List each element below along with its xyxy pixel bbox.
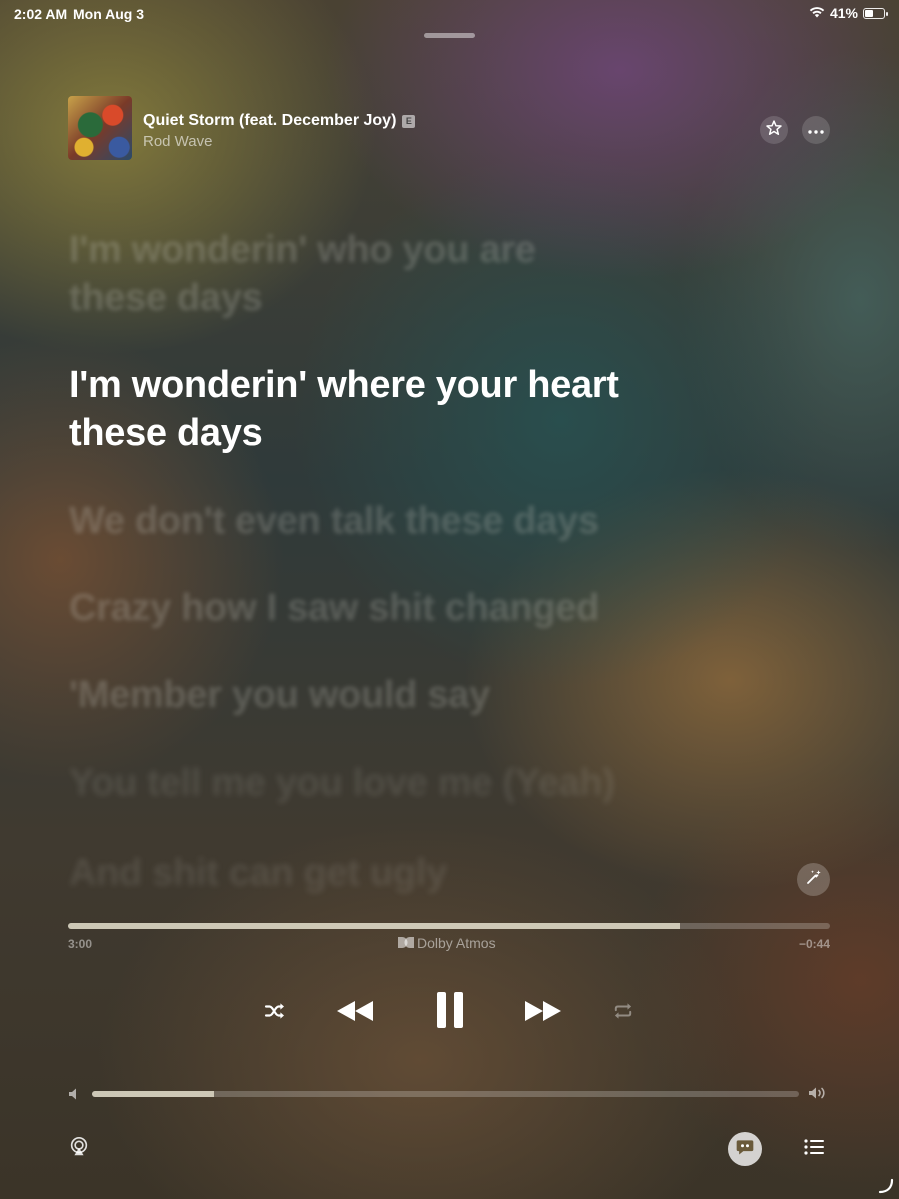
lyric-line[interactable]: Crazy how I saw shit changed (69, 584, 599, 632)
queue-button[interactable] (801, 1136, 827, 1162)
lyric-line[interactable]: You tell me you love me (Yeah) (69, 759, 615, 807)
lyrics-toggle-button[interactable] (728, 1132, 762, 1166)
audio-format-label: Dolby Atmos (417, 935, 496, 951)
rewind-icon (336, 1000, 374, 1027)
battery-icon (863, 7, 888, 19)
battery-level (865, 9, 874, 17)
dolby-icon (398, 935, 414, 951)
lyric-line-current[interactable]: I'm wonderin' where your heart these day… (69, 361, 619, 457)
volume-high-icon (809, 1086, 829, 1105)
sheet-grabber[interactable] (424, 33, 475, 38)
lyric-text: I'm wonderin' where your heart (69, 364, 619, 406)
star-icon (765, 119, 783, 142)
pause-button[interactable] (430, 990, 470, 1034)
playback-progress-fill (68, 923, 680, 929)
status-indicators: 41% (809, 5, 888, 21)
next-track-button[interactable] (523, 997, 563, 1029)
artist-name[interactable]: Rod Wave (143, 133, 212, 150)
battery-percent: 41% (829, 5, 858, 21)
elapsed-time: 3:00 (68, 937, 93, 951)
lyric-line[interactable]: And shit can get ugly (69, 849, 447, 897)
wifi-icon (809, 5, 825, 21)
remaining-time: −0:44 (798, 937, 830, 951)
playback-scrubber[interactable] (68, 923, 830, 929)
favorite-button[interactable] (760, 116, 788, 144)
song-title-row[interactable]: Quiet Storm (feat. December Joy) E (143, 112, 416, 130)
repeat-button[interactable] (610, 1000, 636, 1026)
lyric-text: these days (69, 412, 263, 454)
fast-forward-icon (524, 1000, 562, 1027)
volume-level-fill (92, 1091, 215, 1097)
airplay-icon (68, 1136, 90, 1163)
status-time: 2:02 AM (14, 6, 68, 22)
lyric-text: these days (69, 277, 263, 319)
album-artwork[interactable] (68, 96, 132, 160)
lyric-line-previous[interactable]: I'm wonderin' who you are these days (69, 226, 536, 322)
lyrics-bubble-icon (735, 1137, 755, 1162)
shuffle-button[interactable] (262, 1000, 288, 1026)
more-button[interactable] (802, 116, 830, 144)
home-indicator-corner-icon (878, 1178, 894, 1199)
lyric-text: I'm wonderin' who you are (69, 229, 536, 271)
sing-button[interactable] (797, 863, 830, 896)
list-icon (804, 1138, 824, 1160)
song-title: Quiet Storm (feat. December Joy) (143, 112, 397, 129)
repeat-icon (612, 1002, 634, 1025)
pause-icon (435, 991, 465, 1034)
previous-track-button[interactable] (335, 997, 375, 1029)
airplay-button[interactable] (66, 1136, 92, 1162)
status-date: Mon Aug 3 (73, 6, 145, 22)
magic-wand-icon (805, 868, 823, 891)
lyric-line[interactable]: We don't even talk these days (69, 497, 599, 545)
ellipsis-icon (808, 121, 824, 139)
volume-slider[interactable] (92, 1091, 799, 1097)
explicit-badge: E (402, 114, 416, 128)
volume-low-icon (69, 1087, 79, 1105)
shuffle-icon (264, 1002, 286, 1025)
lyric-line[interactable]: 'Member you would say (69, 671, 490, 719)
audio-format-badge[interactable]: Dolby Atmos (398, 935, 496, 951)
